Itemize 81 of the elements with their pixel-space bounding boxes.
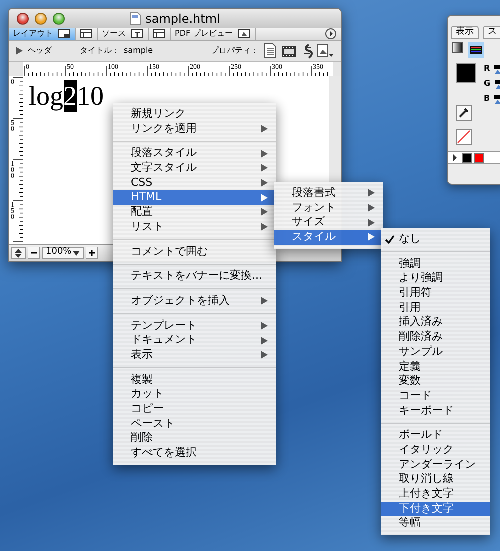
rgb-icon[interactable] — [468, 42, 484, 58]
properties-label: プロパティ： — [211, 45, 259, 57]
close-button[interactable] — [17, 12, 29, 24]
film-icon[interactable] — [281, 44, 297, 58]
caret-icon — [73, 250, 80, 256]
menu-item[interactable]: オブジェクトを挿入 — [113, 294, 276, 309]
menu-item[interactable]: 下付き文字 — [381, 502, 490, 516]
eyedropper-icon[interactable] — [456, 105, 472, 121]
panel-icon — [80, 29, 93, 39]
header-label: ヘッダ — [28, 45, 52, 57]
menu-item[interactable]: リンクを適用 — [113, 122, 276, 136]
menu-item[interactable]: テキストをバナーに変換... — [113, 269, 276, 284]
menu-item[interactable]: 削除 — [113, 431, 276, 446]
zoom-field[interactable]: 100% — [42, 247, 84, 259]
document-icon[interactable] — [263, 43, 277, 59]
channel-label: B — [484, 93, 490, 105]
document-icon — [130, 12, 142, 26]
tab[interactable]: レイアウト — [9, 28, 76, 40]
menu-item[interactable]: 複製 — [113, 372, 276, 388]
text-icon — [131, 29, 144, 39]
menu-item[interactable]: 強調 — [381, 256, 490, 272]
menu-item[interactable]: アンダーライン — [381, 458, 490, 472]
menu-item[interactable]: HTML — [113, 190, 276, 206]
menu-item[interactable]: ペースト — [113, 416, 276, 432]
menu-item[interactable]: テンプレート — [113, 318, 276, 334]
disclosure-triangle-icon[interactable] — [452, 152, 460, 162]
grayscale-icon[interactable] — [452, 42, 464, 54]
menu-item[interactable]: フォント — [274, 200, 383, 216]
channel-label: R — [484, 63, 490, 75]
split-button[interactable] — [11, 247, 26, 259]
menu-item[interactable]: 削除済み — [381, 330, 490, 345]
zoom-in-button[interactable] — [86, 247, 98, 259]
title-label: タイトル： — [80, 45, 120, 57]
tab[interactable]: 表示 — [451, 26, 479, 39]
menu-item[interactable]: 挿入済み — [381, 315, 490, 330]
zoom-out-button[interactable] — [28, 247, 40, 259]
menu-item[interactable]: 引用 — [381, 300, 490, 316]
menu-item[interactable]: コード — [381, 388, 490, 404]
menu-item[interactable]: 等幅 — [381, 516, 490, 532]
menu-item[interactable]: より強調 — [381, 271, 490, 286]
menu-item[interactable]: イタリック — [381, 442, 490, 458]
menu-item[interactable]: カット — [113, 387, 276, 402]
layout-icon — [58, 29, 71, 39]
menu-item[interactable]: コピー — [113, 402, 276, 417]
menu-item[interactable]: なし — [381, 232, 490, 247]
menu-item[interactable]: 引用符 — [381, 286, 490, 301]
menu-item[interactable]: スタイル — [274, 230, 383, 245]
menu-item[interactable]: 段落書式 — [274, 186, 383, 201]
menu-item[interactable]: 定義 — [381, 360, 490, 374]
menu-item[interactable]: すべてを選択 — [113, 446, 276, 461]
menu-item[interactable]: ドキュメント — [113, 333, 276, 348]
selected-text: 2 — [64, 80, 78, 112]
disclosure-triangle-icon[interactable] — [15, 46, 24, 56]
pdf-icon — [238, 29, 252, 39]
zoom-button[interactable] — [53, 12, 65, 24]
minimize-button[interactable] — [35, 12, 47, 24]
tab[interactable]: PDF プレビュー — [171, 28, 256, 40]
color-swatch[interactable] — [474, 152, 484, 162]
menu-item[interactable]: 表示 — [113, 348, 276, 363]
menu-item[interactable]: ボールド — [381, 428, 490, 443]
menu-item[interactable]: 段落スタイル — [113, 146, 276, 162]
title-value: sample — [124, 45, 154, 57]
channel-label: G — [484, 78, 491, 90]
color-swatch[interactable] — [462, 152, 472, 162]
menu-item[interactable]: 取り消し線 — [381, 472, 490, 487]
no-color-icon[interactable] — [456, 129, 472, 145]
menu-item[interactable]: コメントで囲む — [113, 244, 276, 260]
document-text: log — [29, 80, 64, 112]
menu-item[interactable]: 新規リンク — [113, 107, 276, 122]
menu-item[interactable]: 変数 — [381, 374, 490, 389]
document-text: 10 — [77, 80, 104, 112]
menu-item[interactable]: サンプル — [381, 344, 490, 360]
menu-item[interactable]: 上付き文字 — [381, 487, 490, 502]
tab[interactable]: ス — [483, 26, 500, 39]
image-icon[interactable] — [317, 44, 335, 58]
window-title: sample.html — [146, 10, 220, 28]
color-swatch[interactable] — [456, 63, 476, 83]
play-button-icon[interactable] — [325, 28, 337, 40]
menu-item[interactable]: キーボード — [381, 404, 490, 418]
menu-item[interactable]: 文字スタイル — [113, 161, 276, 176]
tab[interactable]: ソース — [98, 28, 149, 40]
